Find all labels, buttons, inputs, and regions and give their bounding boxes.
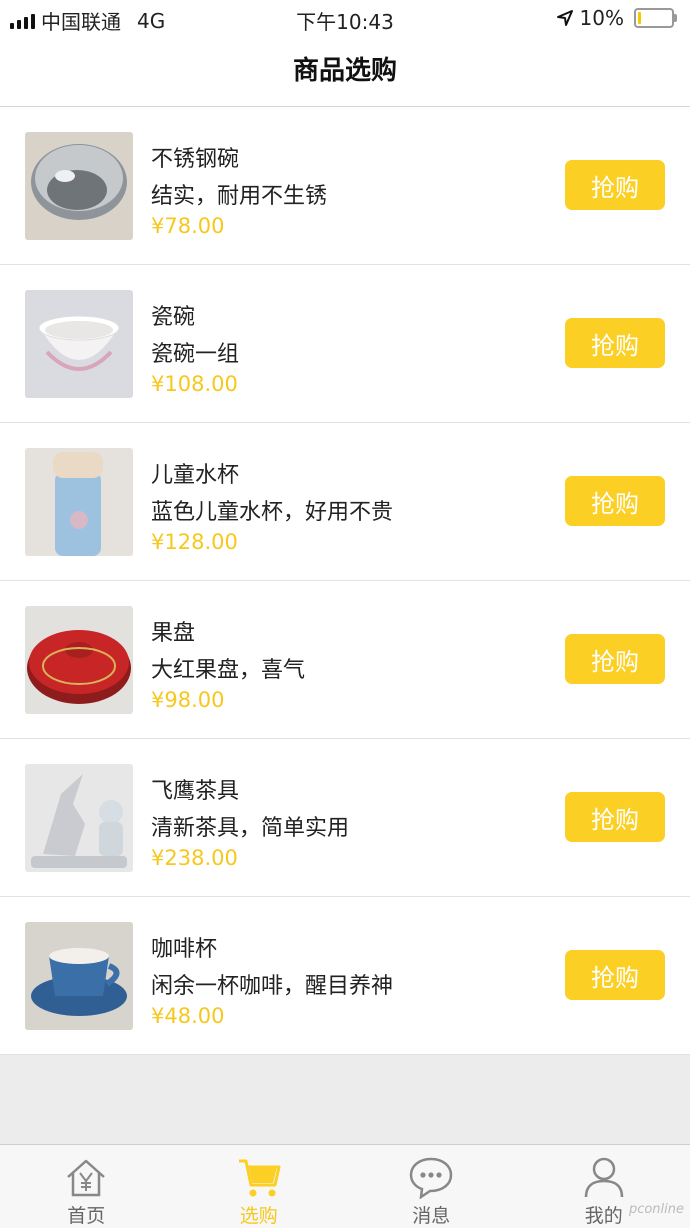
tab-label: 首页 <box>0 1201 173 1228</box>
buy-button[interactable]: 抢购 <box>565 318 665 368</box>
cart-icon <box>237 1155 281 1199</box>
product-name: 瓷碗 <box>151 299 195 331</box>
product-description: 大红果盘，喜气 <box>151 652 305 684</box>
location-arrow-icon <box>556 9 574 27</box>
product-list: 不锈钢碗结实，耐用不生锈¥78.00抢购瓷碗瓷碗一组¥108.00抢购儿童水杯蓝… <box>0 107 690 1055</box>
product-item[interactable]: 瓷碗瓷碗一组 ¥108.00 抢购 <box>0 265 690 423</box>
tab-bar: 首页选购消息我的 <box>0 1144 690 1228</box>
watermark: pconline <box>629 1202 684 1217</box>
message-icon <box>409 1155 453 1199</box>
tab-label: 选购 <box>173 1201 346 1228</box>
battery-icon <box>634 8 674 28</box>
product-item[interactable]: 果盘大红果盘，喜气 ¥98.00 抢购 <box>0 581 690 739</box>
product-image[interactable] <box>25 606 133 714</box>
buy-button[interactable]: 抢购 <box>565 476 665 526</box>
home-icon <box>64 1155 108 1199</box>
product-price: ¥98.00 <box>151 688 224 712</box>
buy-button[interactable]: 抢购 <box>565 160 665 210</box>
product-description: 闲余一杯咖啡，醒目养神 <box>151 968 393 1000</box>
product-image[interactable] <box>25 922 133 1030</box>
product-name: 儿童水杯 <box>151 457 239 489</box>
tab-label: 消息 <box>345 1201 518 1228</box>
product-description: 清新茶具，简单实用 <box>151 810 349 842</box>
battery-level <box>638 12 641 24</box>
tab-message[interactable]: 消息 <box>345 1145 518 1228</box>
product-item[interactable]: 不锈钢碗结实，耐用不生锈 ¥78.00 抢购 <box>0 107 690 265</box>
product-price: ¥78.00 <box>151 214 224 238</box>
product-name: 咖啡杯 <box>151 931 217 963</box>
buy-button[interactable]: 抢购 <box>565 792 665 842</box>
nav-bar: 商品选购 <box>0 36 690 107</box>
product-item[interactable]: 儿童水杯蓝色儿童水杯，好用不贵 ¥128.00 抢购 <box>0 423 690 581</box>
tab-cart[interactable]: 选购 <box>173 1145 346 1228</box>
page-title: 商品选购 <box>0 36 690 106</box>
product-description: 瓷碗一组 <box>151 336 239 368</box>
product-name: 果盘 <box>151 615 195 647</box>
product-name: 不锈钢碗 <box>151 141 239 173</box>
tab-home[interactable]: 首页 <box>0 1145 173 1228</box>
product-price: ¥128.00 <box>151 530 238 554</box>
user-icon <box>582 1155 626 1199</box>
product-item[interactable]: 飞鹰茶具清新茶具，简单实用 ¥238.00 抢购 <box>0 739 690 897</box>
status-bar: 中国联通 4G 下午10:43 10% <box>0 0 690 36</box>
battery-percent: 10% <box>580 6 624 30</box>
product-price: ¥108.00 <box>151 372 238 396</box>
product-description: 结实，耐用不生锈 <box>151 178 327 210</box>
product-price: ¥48.00 <box>151 1004 224 1028</box>
product-description: 蓝色儿童水杯，好用不贵 <box>151 494 393 526</box>
product-image[interactable] <box>25 764 133 872</box>
product-item[interactable]: 咖啡杯闲余一杯咖啡，醒目养神 ¥48.00 抢购 <box>0 897 690 1055</box>
product-price: ¥238.00 <box>151 846 238 870</box>
product-image[interactable] <box>25 290 133 398</box>
buy-button[interactable]: 抢购 <box>565 950 665 1000</box>
product-image[interactable] <box>25 448 133 556</box>
status-right: 10% <box>556 6 674 30</box>
buy-button[interactable]: 抢购 <box>565 634 665 684</box>
product-image[interactable] <box>25 132 133 240</box>
product-name: 飞鹰茶具 <box>151 773 239 805</box>
